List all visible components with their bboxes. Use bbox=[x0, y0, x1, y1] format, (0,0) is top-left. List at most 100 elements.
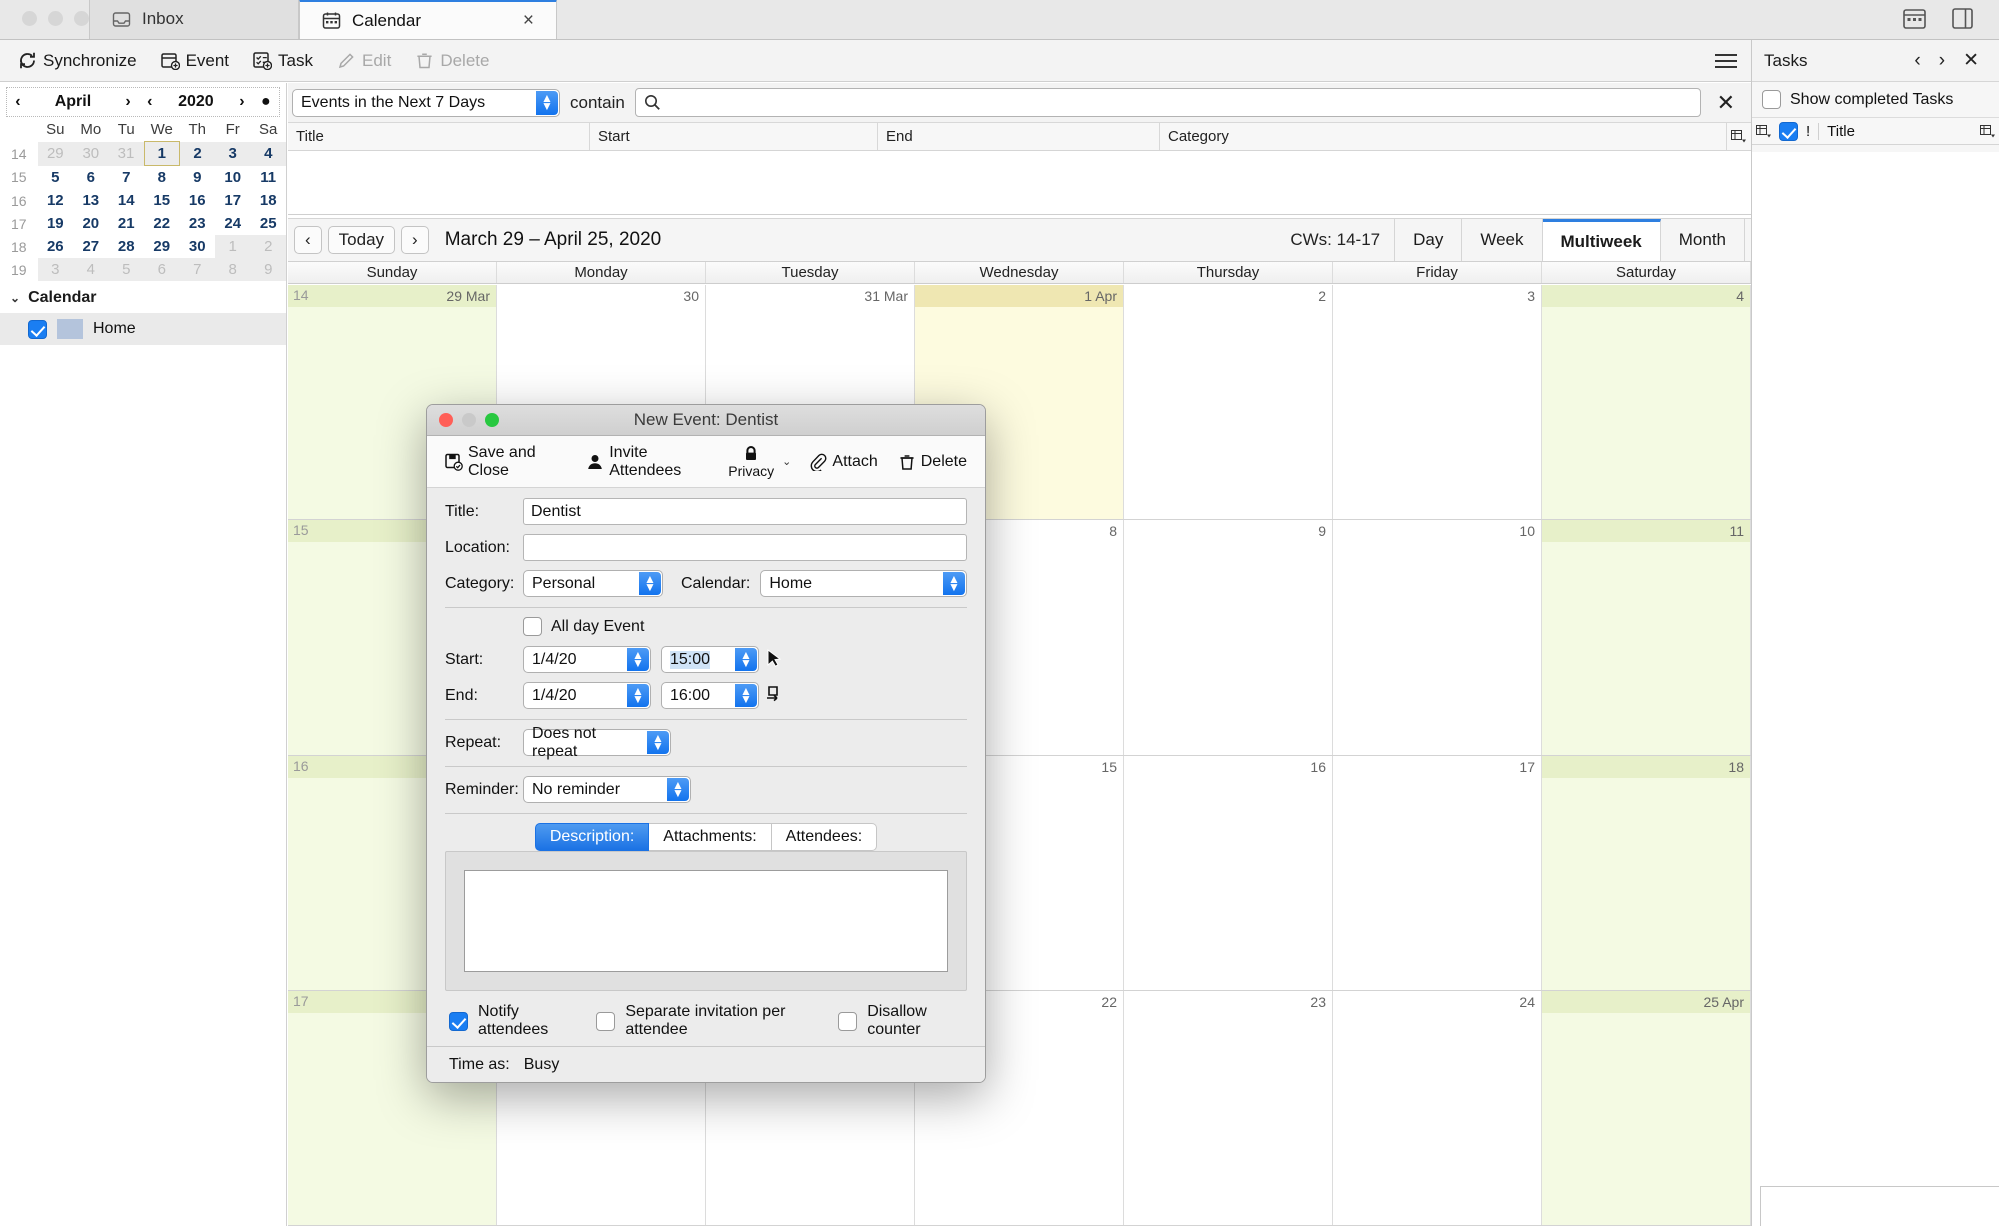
calendar-day-cell[interactable]: 25 Apr bbox=[1542, 990, 1751, 1225]
end-date-input[interactable]: 1/4/20 ▲ ▼ bbox=[523, 682, 651, 709]
tasks-right-picker-icon[interactable] bbox=[1980, 124, 1995, 138]
minical-today-button[interactable]: ● bbox=[257, 93, 275, 111]
chevron-updown-icon[interactable]: ▲ ▼ bbox=[943, 572, 965, 595]
minical-day-cell[interactable]: 9 bbox=[250, 258, 286, 281]
chevron-updown-icon[interactable]: ▲ ▼ bbox=[639, 572, 661, 595]
minical-day-cell[interactable]: 8 bbox=[214, 258, 251, 281]
location-input[interactable] bbox=[523, 534, 967, 561]
minical-day-cell[interactable]: 4 bbox=[73, 258, 109, 281]
app-menu-button[interactable] bbox=[1715, 53, 1751, 68]
minical-day-cell[interactable]: 17 bbox=[215, 189, 250, 212]
tab-inbox[interactable]: Inbox bbox=[89, 0, 299, 39]
sidebar-item-home[interactable]: Home bbox=[0, 313, 286, 345]
end-time-input[interactable]: 16:00 ▲ ▼ bbox=[661, 682, 759, 709]
category-select[interactable]: Personal ▲ ▼ bbox=[523, 570, 663, 597]
synchronize-button[interactable]: Synchronize bbox=[8, 47, 147, 75]
minical-day-cell[interactable]: 3 bbox=[37, 258, 74, 281]
minical-day-cell[interactable]: 7 bbox=[179, 258, 215, 281]
calendar-week-number[interactable]: 17 bbox=[293, 993, 309, 1009]
layout-toggle-icon[interactable] bbox=[1952, 8, 1973, 29]
minical-day-cell[interactable]: 19 bbox=[38, 212, 73, 235]
minical-day-cell[interactable]: 23 bbox=[180, 212, 215, 235]
chevron-updown-icon[interactable]: ▲ ▼ bbox=[735, 648, 757, 671]
minical-day-cell[interactable]: 4 bbox=[250, 141, 286, 166]
minical-day-cell[interactable]: 21 bbox=[109, 212, 144, 235]
minical-next-month-button[interactable]: › bbox=[121, 93, 134, 111]
calendar-prev-button[interactable]: ‹ bbox=[294, 226, 322, 254]
event-search-input[interactable] bbox=[668, 92, 1692, 113]
minical-day-cell[interactable]: 25 bbox=[250, 212, 286, 235]
calendar-home-checkbox[interactable] bbox=[28, 319, 47, 339]
notify-attendees-checkbox[interactable] bbox=[449, 1011, 468, 1031]
calendar-week-number[interactable]: 16 bbox=[293, 758, 309, 774]
mini-calendar[interactable]: Su Mo Tu We Th Fr Sa 14 29 30 31 1 2 3 4 15 5 6 7 8 9… bbox=[0, 119, 286, 281]
tasks-title-column[interactable]: Title bbox=[1818, 122, 1855, 140]
tasks-close-icon[interactable]: ✕ bbox=[1955, 49, 1987, 72]
column-header-end[interactable]: End bbox=[878, 123, 1160, 150]
minical-day-cell[interactable]: 3 bbox=[214, 141, 251, 166]
calendar-day-cell[interactable]: 17 bbox=[1333, 755, 1542, 990]
tasks-select-all-checkbox[interactable] bbox=[1779, 121, 1798, 141]
calendar-mode-multiweek[interactable]: Multiweek bbox=[1542, 219, 1661, 261]
calendar-mode-month[interactable]: Month bbox=[1660, 219, 1745, 261]
calendar-day-cell[interactable]: 24 bbox=[1333, 990, 1542, 1225]
time-as-value[interactable]: Busy bbox=[524, 1056, 560, 1074]
calendar-day-cell[interactable]: 10 bbox=[1333, 520, 1542, 755]
tab-description[interactable]: Description: bbox=[534, 823, 650, 851]
minical-day-cell[interactable]: 11 bbox=[250, 166, 286, 190]
minical-week-number[interactable]: 19 bbox=[0, 258, 38, 281]
calendar-today-button[interactable]: Today bbox=[327, 226, 396, 254]
calendar-select[interactable]: Home ▲ ▼ bbox=[760, 570, 967, 597]
minical-day-cell[interactable]: 10 bbox=[215, 166, 250, 190]
tab-attendees[interactable]: Attendees: bbox=[771, 823, 878, 851]
minical-day-cell[interactable]: 2 bbox=[250, 235, 286, 258]
new-event-button[interactable]: Event bbox=[151, 47, 239, 75]
calendar-day-cell[interactable]: 4 bbox=[1542, 285, 1751, 520]
close-window-button[interactable] bbox=[22, 11, 37, 26]
close-icon[interactable]: × bbox=[523, 11, 534, 30]
minical-week-number[interactable]: 15 bbox=[0, 166, 38, 190]
calendar-mode-week[interactable]: Week bbox=[1462, 219, 1543, 261]
minical-day-cell[interactable]: 5 bbox=[38, 166, 73, 190]
tasks-priority-column[interactable]: ! bbox=[1806, 123, 1810, 140]
chevron-updown-icon[interactable]: ▲ ▼ bbox=[536, 90, 558, 115]
minical-week-number[interactable]: 17 bbox=[0, 212, 38, 235]
new-event-dialog[interactable]: New Event: Dentist Save and Close Invite… bbox=[426, 404, 986, 1083]
minical-week-number[interactable]: 18 bbox=[0, 235, 38, 258]
chevron-updown-icon[interactable]: ▲ ▼ bbox=[647, 731, 669, 754]
allday-row[interactable]: All day Event bbox=[523, 617, 967, 636]
minical-day-cell[interactable]: 9 bbox=[180, 166, 215, 190]
start-date-input[interactable]: 1/4/20 ▲ ▼ bbox=[523, 646, 651, 673]
clear-search-icon[interactable]: ✕ bbox=[1711, 90, 1741, 116]
minical-day-cell[interactable]: 5 bbox=[108, 258, 145, 281]
calendar-day-cell[interactable]: 18 bbox=[1542, 755, 1751, 990]
minical-week-number[interactable]: 14 bbox=[0, 141, 38, 166]
minical-day-cell[interactable]: 26 bbox=[38, 235, 73, 258]
calendar-week-number[interactable]: 14 bbox=[293, 287, 309, 303]
chevron-updown-icon[interactable]: ▲ ▼ bbox=[627, 684, 649, 707]
minical-day-cell[interactable]: 6 bbox=[144, 258, 180, 281]
column-header-category[interactable]: Category bbox=[1160, 123, 1727, 150]
minical-day-cell[interactable]: 18 bbox=[250, 189, 286, 212]
minical-day-cell[interactable]: 29 bbox=[37, 141, 74, 166]
reminder-select[interactable]: No reminder ▲ ▼ bbox=[523, 776, 691, 803]
chevron-updown-icon[interactable]: ▲ ▼ bbox=[735, 684, 757, 707]
calendar-toggle-icon[interactable] bbox=[1903, 8, 1926, 29]
column-header-start[interactable]: Start bbox=[590, 123, 878, 150]
show-completed-tasks-row[interactable]: Show completed Tasks bbox=[1752, 82, 1999, 117]
calendar-day-cell[interactable]: 3 bbox=[1333, 285, 1542, 520]
minical-day-cell[interactable]: 31 bbox=[108, 141, 145, 166]
start-time-input[interactable]: 15:00 ▲ ▼ bbox=[661, 646, 759, 673]
minical-day-cell[interactable]: 7 bbox=[109, 166, 144, 190]
minical-day-cell[interactable]: 1 bbox=[143, 141, 181, 166]
minical-day-cell[interactable]: 12 bbox=[38, 189, 73, 212]
minical-prev-month-button[interactable]: ‹ bbox=[11, 93, 24, 111]
column-header-title[interactable]: Title bbox=[288, 123, 590, 150]
description-textarea[interactable] bbox=[464, 870, 948, 972]
minical-day-cell[interactable]: 28 bbox=[109, 235, 144, 258]
tasks-prev-button[interactable]: ‹ bbox=[1906, 50, 1928, 72]
minical-day-cell[interactable]: 30 bbox=[73, 141, 109, 166]
privacy-button[interactable]: Privacy bbox=[720, 443, 782, 481]
minical-day-cell[interactable]: 30 bbox=[180, 235, 215, 258]
calendar-day-cell[interactable]: 11 bbox=[1542, 520, 1751, 755]
